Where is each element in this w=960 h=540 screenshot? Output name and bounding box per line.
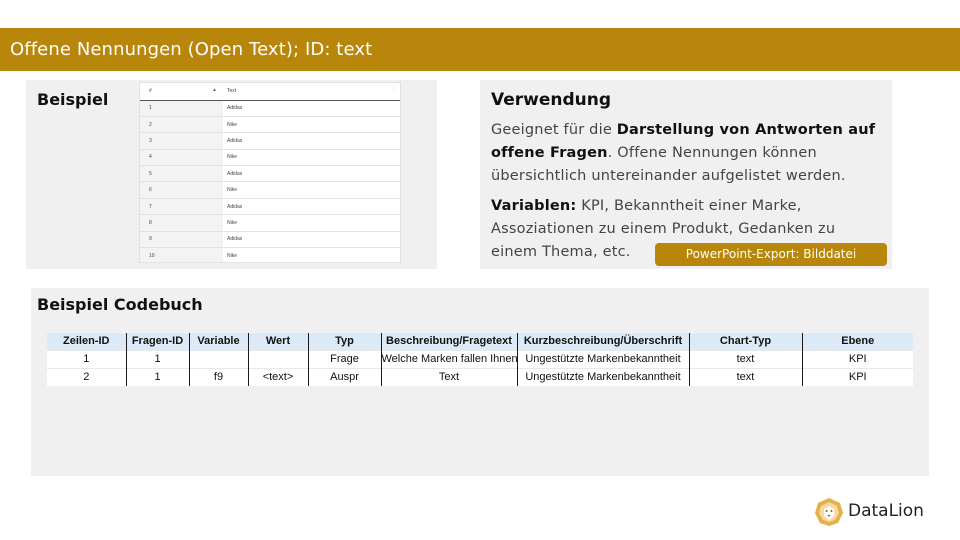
row-text: Adidas: [223, 165, 400, 183]
table-row: 10 Nike: [140, 247, 400, 262]
table-row: 8 Nike: [140, 214, 400, 232]
table-row: 1 Adidas: [140, 100, 400, 117]
row-text: Nike: [223, 149, 400, 167]
table-row: 5 Adidas: [140, 165, 400, 183]
row-index: 4: [140, 149, 223, 167]
table-row: 7 Adidas: [140, 198, 400, 216]
sort-ascending-icon[interactable]: ▲: [212, 87, 217, 93]
row-text: Nike: [223, 116, 400, 134]
codebook-cell: <text>: [248, 367, 309, 386]
row-index: 8: [140, 214, 223, 232]
row-index: 6: [140, 181, 223, 199]
codebook-header: Beschreibung/Fragetext: [381, 333, 518, 350]
codebook-cell: Ungestützte Markenbekanntheit: [517, 349, 690, 368]
codebook-table: Zeilen-ID Fragen-ID Variable Wert Typ Beschre…: [47, 333, 913, 386]
table-row: 9 Adidas: [140, 231, 400, 249]
codebook-row: 11 FrageWelche Marken fallen Ihnen ein?Un…: [47, 349, 913, 368]
table-row: 4 Nike: [140, 149, 400, 167]
codebook-header: Fragen-ID: [126, 333, 190, 350]
column-menu-icon[interactable]: ⋮: [391, 87, 396, 93]
codebook-cell: Ungestützte Markenbekanntheit: [517, 367, 690, 386]
codebook-cell: text: [689, 349, 803, 368]
codebook-cell: [189, 349, 249, 368]
row-text: Adidas: [223, 100, 400, 117]
codebook-header: Kurzbeschreibung/Überschrift: [517, 333, 690, 350]
usage-heading: Verwendung: [491, 90, 612, 110]
row-text: Nike: [223, 214, 400, 232]
codebook-cell: Text: [381, 367, 518, 386]
row-text: Adidas: [223, 231, 400, 249]
datalion-logo: DataLion: [814, 496, 934, 528]
example-table: # ▲ Text ⋮ 1 Adidas 2 Nike 3 Adidas 4 Nike 5 Adidas…: [139, 82, 401, 263]
row-text: Adidas: [223, 132, 400, 150]
codebook-cell: Welche Marken fallen Ihnen ein?: [381, 349, 518, 368]
codebook-cell: Frage: [308, 349, 382, 368]
row-index: 3: [140, 132, 223, 150]
column-header-text[interactable]: Text ⋮: [223, 83, 400, 101]
codebook-cell: 1: [47, 349, 127, 368]
row-text: Adidas: [223, 198, 400, 216]
slide-title: Offene Nennungen (Open Text); ID: text: [0, 28, 960, 71]
codebook-cell: Auspr: [308, 367, 382, 386]
lion-head-icon: [815, 498, 843, 526]
table-row: 3 Adidas: [140, 132, 400, 150]
codebook-cell: 1: [126, 367, 190, 386]
codebook-header: Zeilen-ID: [47, 333, 127, 350]
codebook-cell: f9: [189, 367, 249, 386]
row-index: 10: [140, 247, 223, 262]
codebook-cell: KPI: [802, 367, 913, 386]
row-index: 1: [140, 100, 223, 117]
codebook-heading: Beispiel Codebuch: [37, 295, 203, 314]
codebook-cell: KPI: [802, 349, 913, 368]
row-text: Nike: [223, 247, 400, 262]
codebook-cell: text: [689, 367, 803, 386]
codebook-header: Variable: [189, 333, 249, 350]
table-row: 2 Nike: [140, 116, 400, 134]
codebook-row: 2 1 f9 <text> Auspr Text Ungestützte Markenbek…: [47, 367, 913, 386]
table-row: 6 Nike: [140, 181, 400, 199]
codebook-header: Wert: [248, 333, 309, 350]
brand-name: DataLion: [848, 501, 924, 521]
codebook-cell: 1: [126, 349, 190, 368]
column-header-index[interactable]: # ▲: [140, 83, 223, 101]
codebook-cell: 2: [47, 367, 127, 386]
codebook-header: Chart-Typ: [689, 333, 803, 350]
row-index: 9: [140, 231, 223, 249]
row-index: 5: [140, 165, 223, 183]
row-text: Nike: [223, 181, 400, 199]
codebook-header: Ebene: [802, 333, 913, 350]
row-index: 2: [140, 116, 223, 134]
row-index: 7: [140, 198, 223, 216]
codebook-header: Typ: [308, 333, 382, 350]
codebook-cell: [248, 349, 309, 368]
example-heading: Beispiel: [37, 90, 109, 109]
export-badge: PowerPoint-Export: Bilddatei: [655, 243, 887, 266]
